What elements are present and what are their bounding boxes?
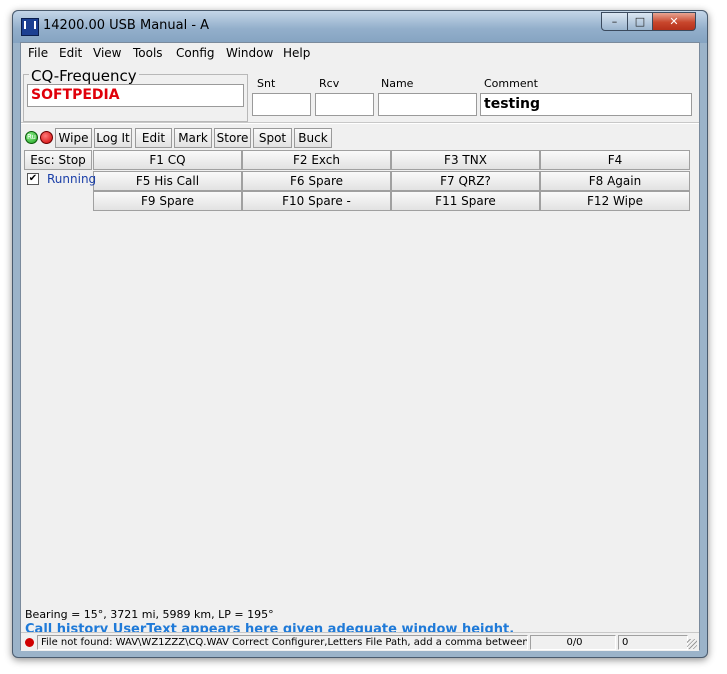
client-area: File Edit View Tools Config Window Help … [20,42,700,651]
app-icon[interactable] [21,18,39,36]
close-button[interactable]: ✕ [652,12,696,31]
spot-it-button[interactable]: Spot It [253,128,292,163]
f2-exch-button[interactable]: F2 Exch [242,150,391,170]
f12-wipe-button[interactable]: F12 Wipe [540,191,690,211]
log-it-button[interactable]: Log It [94,128,132,148]
menu-config[interactable]: Config [176,46,215,60]
separator [21,122,699,124]
status-bar: File not found: WAV\WZ1ZZZ\CQ.WAV Correc… [21,632,699,651]
f3-tnx-button[interactable]: F3 TNX [391,150,540,170]
f7-qrz-button[interactable]: F7 QRZ? [391,171,540,191]
esc-stop-button[interactable]: Esc: Stop [24,150,92,170]
cq-frequency-label: CQ-Frequency [29,67,139,85]
f11-spare-button[interactable]: F11 Spare [391,191,540,211]
window-title: 14200.00 USB Manual - A [43,18,210,33]
name-label: Name [381,77,414,90]
status-value: 0 [618,635,688,650]
snt-label: Snt [257,77,276,90]
f5-his-call-button[interactable]: F5 His Call [93,171,242,191]
f1-cq-button[interactable]: F1 CQ [93,150,242,170]
comment-label: Comment [484,77,538,90]
f4-button[interactable]: F4 [540,150,690,170]
menu-file[interactable]: File [28,46,48,60]
menu-edit[interactable]: Edit [59,46,82,60]
bearing-text: Bearing = 15°, 3721 mi, 5989 km, LP = 19… [25,608,274,621]
f6-spare-button[interactable]: F6 Spare [242,171,391,191]
mark-button[interactable]: Mark [174,128,212,148]
rcv-label: Rcv [319,77,340,90]
running-checkbox[interactable]: ✔ [27,173,39,185]
status-count: 0/0 [530,635,616,650]
rcv-input[interactable] [315,93,374,116]
menu-help[interactable]: Help [283,46,310,60]
maximize-button[interactable]: □ [627,12,653,31]
cq-frequency-input[interactable]: SOFTPEDIA [27,84,244,107]
menu-view[interactable]: View [93,46,121,60]
edit-button[interactable]: Edit [135,128,172,148]
record-indicator-icon[interactable] [40,131,53,144]
run-indicator-icon[interactable]: Ru [25,131,38,144]
main-window: 14200.00 USB Manual - A – □ ✕ File Edit … [12,10,708,658]
resize-grip-icon[interactable] [687,639,697,649]
buck-button[interactable]: Buck [294,128,332,148]
menu-tools[interactable]: Tools [133,46,163,60]
status-message: File not found: WAV\WZ1ZZZ\CQ.WAV Correc… [37,635,528,650]
wipe-button[interactable]: Wipe [55,128,92,148]
f9-spare-button[interactable]: F9 Spare [93,191,242,211]
title-bar[interactable]: 14200.00 USB Manual - A – □ ✕ [13,11,707,43]
comment-input[interactable]: testing [480,93,692,116]
menu-window[interactable]: Window [226,46,273,60]
store-button[interactable]: Store [214,128,251,148]
f8-again-button[interactable]: F8 Again [540,171,690,191]
status-dot-icon [25,638,34,647]
running-label: Running [47,172,97,186]
minimize-button[interactable]: – [601,12,628,31]
name-input[interactable] [378,93,477,116]
snt-input[interactable] [252,93,311,116]
menu-bar: File Edit View Tools Config Window Help [21,43,699,63]
f10-spare-button[interactable]: F10 Spare - [242,191,391,211]
